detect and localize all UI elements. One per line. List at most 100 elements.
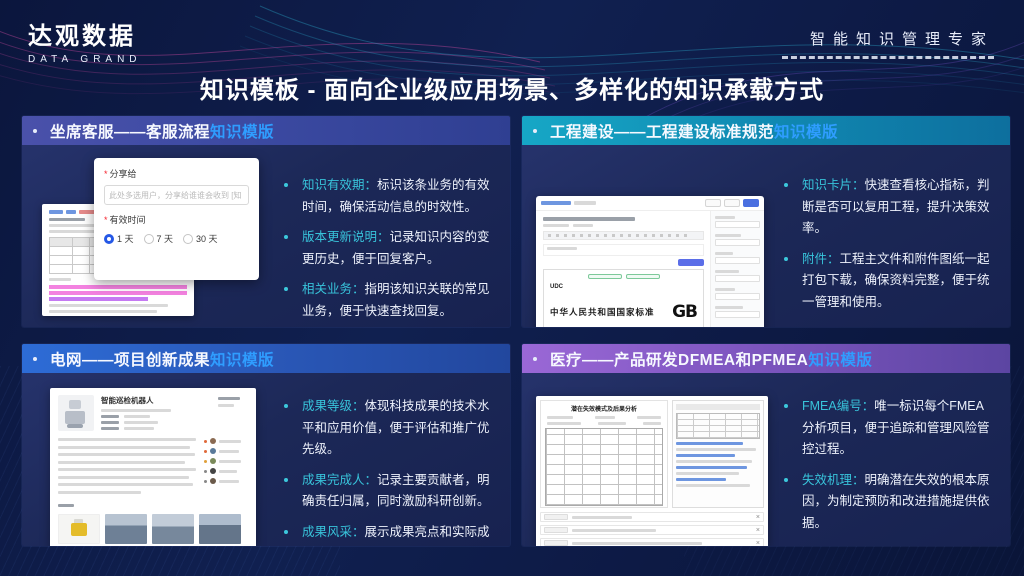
bullet-icon <box>284 530 288 534</box>
field-row <box>101 427 211 430</box>
power-grid-screenshot: 智能巡检机器人 <box>50 388 256 546</box>
required-asterisk: * <box>104 169 108 179</box>
result-body <box>58 438 248 498</box>
share-label: *分享给 <box>104 167 249 180</box>
award-area <box>218 395 248 431</box>
robot-head <box>69 400 81 409</box>
subtitle-line <box>101 409 171 412</box>
sidebar-field <box>715 288 760 300</box>
bullet-icon <box>284 287 288 291</box>
panel-title: 电网——项目创新成果知识模版 <box>50 348 274 370</box>
fmea-meta <box>547 416 661 419</box>
panel-header: 电网——项目创新成果知识模版 <box>22 344 510 373</box>
sidebar-field <box>715 234 760 246</box>
bullet-text: 失效机理：明确潜在失效的根本原因，为制定预防和改进措施提供依据。 <box>802 470 994 535</box>
list-item: 版本更新说明：记录知识内容的变更历史，便于回复客户。 <box>284 227 494 270</box>
contributor <box>204 438 248 444</box>
panel-header: 医疗——产品研发DFMEA和PFMEA知识模版 <box>522 344 1010 373</box>
bullet-icon <box>784 478 788 482</box>
panel-title-prefix: 工程建设——工程建设标准规范 <box>550 124 774 141</box>
editor-area: UDC 中华人民共和国国家标准 GB P <box>536 211 710 327</box>
screenshot-area: 智能巡检机器人 <box>36 386 272 546</box>
app-breadcrumb <box>574 201 596 205</box>
panel-title-suffix: 知识模版 <box>210 124 274 141</box>
panel-title-suffix: 知识模版 <box>774 124 838 141</box>
report-link <box>676 466 747 469</box>
list-item: 成果风采：展示成果亮点和实际成效，增强宣传效果，促进经验共享。 <box>284 522 494 547</box>
contributor <box>204 448 248 454</box>
panel-title-prefix: 电网——项目创新成果 <box>50 352 210 369</box>
panel-title: 医疗——产品研发DFMEA和PFMEA知识模版 <box>550 348 872 370</box>
photo-site <box>152 514 194 544</box>
badge <box>588 274 622 279</box>
primary-button <box>743 199 759 207</box>
doc-line <box>49 304 168 307</box>
close-icon: × <box>756 540 760 547</box>
report-line <box>676 484 750 487</box>
panel-header: 工程建设——工程建设标准规范知识模版 <box>522 116 1010 145</box>
app-breadcrumb <box>541 201 571 205</box>
form-meta <box>543 224 704 227</box>
report-line <box>676 472 739 475</box>
bullet-text: 成果完成人：记录主要贡献者，明确责任归属，同时激励科研创新。 <box>302 470 494 513</box>
panel-medical: 医疗——产品研发DFMEA和PFMEA知识模版 潜在失效模式及后果分析 <box>522 344 1010 546</box>
bullet-text: 附件：工程主文件和附件图纸一起打包下载，确保资料完整，便于统一管理和使用。 <box>802 249 994 314</box>
list-item: 知识有效期：标识该条业务的有效时间，确保活动信息的时效性。 <box>284 175 494 218</box>
panel-title: 坐席客服——客服流程知识模版 <box>50 120 274 142</box>
metadata-sidebar <box>710 211 764 327</box>
list-item: 成果完成人：记录主要贡献者，明确责任归属，同时激励科研创新。 <box>284 470 494 513</box>
valid-time-label-text: 有效时间 <box>110 215 146 225</box>
panel-title-prefix: 医疗——产品研发DFMEA和PFMEA <box>550 352 808 369</box>
valid-time-options: 1 天 7 天 30 天 <box>104 232 249 245</box>
radio-7-days: 7 天 <box>144 232 174 245</box>
highlight-line <box>49 297 148 301</box>
cover-title-row: 中华人民共和国国家标准 GB <box>550 302 697 322</box>
panel-engineering: 工程建设——工程建设标准规范知识模版 <box>522 116 1010 327</box>
secondary-button <box>705 199 721 207</box>
badge <box>626 274 660 279</box>
header-bullet-icon <box>533 357 537 361</box>
field-row <box>101 421 211 424</box>
contributor <box>204 468 248 474</box>
share-input: 此处多选用户，分享给谁谁会收到 [知 <box>104 185 249 205</box>
report-link <box>676 478 726 481</box>
contributor <box>204 458 248 464</box>
meta-line <box>543 224 569 227</box>
result-header: 智能巡检机器人 <box>58 395 248 431</box>
radio-30-days: 30 天 <box>183 232 218 245</box>
panel-grid: 坐席客服——客服流程知识模版 <box>22 116 1010 546</box>
bullet-icon <box>784 404 788 408</box>
secondary-button <box>724 199 740 207</box>
share-dialog-preview: *分享给 此处多选用户，分享给谁谁会收到 [知 *有效时间 1 天 7 天 30… <box>94 158 259 280</box>
valid-time-label: *有效时间 <box>104 213 249 226</box>
radio-1-day: 1 天 <box>104 232 134 245</box>
radio-label: 7 天 <box>157 232 174 245</box>
bullet-term: 成果完成人： <box>302 473 377 487</box>
slide: { "brand": { "logo_cn": "达观数据", "logo_en… <box>0 0 1024 576</box>
doc-link <box>66 210 76 214</box>
bullet-icon <box>284 478 288 482</box>
fmea-table <box>545 428 663 506</box>
share-input-placeholder: 此处多选用户，分享给谁谁会收到 [知 <box>109 190 241 201</box>
highlight-line <box>49 291 187 295</box>
sidebar-field <box>715 252 760 264</box>
bullet-term: 版本更新说明： <box>302 230 390 244</box>
list-item: FMEA编号：唯一标识每个FMEA分析项目，便于追踪和管理风险管控过程。 <box>784 396 994 461</box>
sidebar-field <box>715 216 760 228</box>
panel-body: *分享给 此处多选用户，分享给谁谁会收到 [知 *有效时间 1 天 7 天 30… <box>22 145 510 327</box>
close-icon: × <box>756 527 760 534</box>
panel-power-grid: 电网——项目创新成果知识模版 智能巡检机器人 <box>22 344 510 546</box>
report-preview <box>672 400 764 508</box>
list-item: 失效机理：明确潜在失效的根本原因，为制定预防和改进措施提供依据。 <box>784 470 994 535</box>
section-label <box>58 504 74 507</box>
fmea-sheet-title: 潜在失效模式及后果分析 <box>545 404 663 413</box>
radio-selected-icon <box>104 234 114 244</box>
close-icon: × <box>756 514 760 521</box>
richtext-body <box>543 244 704 256</box>
bullet-term: FMEA编号： <box>802 399 874 413</box>
field-chip <box>544 540 568 546</box>
panel-title-suffix: 知识模版 <box>808 352 872 369</box>
customer-service-screenshot: *分享给 此处多选用户，分享给谁谁会收到 [知 *有效时间 1 天 7 天 30… <box>36 158 261 318</box>
field-row: × <box>540 512 764 522</box>
report-header <box>676 404 760 410</box>
